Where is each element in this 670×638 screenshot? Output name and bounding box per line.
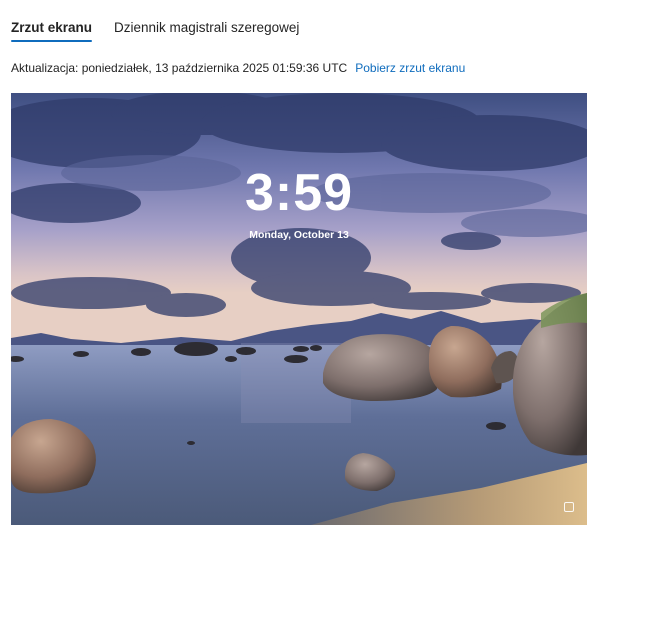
tab-list: Zrzut ekranu Dziennik magistrali szerego…: [11, 18, 299, 46]
serial-console-page: Zrzut ekranu Dziennik magistrali szerego…: [0, 0, 670, 638]
tab-screenshot[interactable]: Zrzut ekranu: [11, 18, 93, 42]
lockscreen-wallpaper: [11, 93, 587, 525]
accessibility-icon: [564, 502, 574, 512]
tab-serial-log[interactable]: Dziennik magistrali szeregowej: [114, 18, 299, 42]
download-screenshot-link[interactable]: Pobierz zrzut ekranu: [355, 61, 465, 75]
lockscreen-date: Monday, October 13: [249, 229, 349, 241]
update-info: Aktualizacja: poniedziałek, 13 październ…: [11, 61, 465, 75]
update-timestamp: Aktualizacja: poniedziałek, 13 październ…: [11, 61, 348, 75]
vm-screenshot: 3:59 Monday, October 13: [11, 93, 587, 525]
lockscreen-time: 3:59: [244, 164, 354, 222]
